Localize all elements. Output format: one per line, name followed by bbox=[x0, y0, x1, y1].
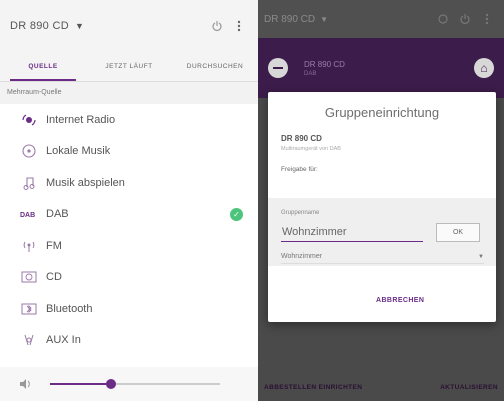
source-item-local-music[interactable]: Lokale Musik bbox=[0, 136, 258, 168]
device-name: DR 890 CD bbox=[10, 20, 69, 32]
dropdown-arrow-icon: ▼ bbox=[74, 21, 85, 31]
source-item-bluetooth[interactable]: Bluetooth bbox=[0, 293, 258, 325]
top-bar: DR 890 CD ▼ bbox=[0, 0, 258, 52]
dialog-device-name: DR 890 CD bbox=[281, 134, 322, 143]
dab-icon: DAB bbox=[20, 207, 38, 221]
aux-icon bbox=[20, 333, 38, 347]
tab-durchsuchen[interactable]: DURCHSUCHEN bbox=[172, 52, 258, 81]
local-music-icon bbox=[20, 144, 38, 158]
group-name-select[interactable]: Wohnzimmer ▼ bbox=[281, 250, 484, 264]
add-icon: ⌂ bbox=[474, 58, 494, 78]
source-label: DAB bbox=[46, 208, 69, 221]
source-label: Lokale Musik bbox=[46, 145, 111, 158]
volume-slider[interactable] bbox=[50, 379, 220, 389]
group-device-row: DR 890 CD DAB ⌂ bbox=[258, 38, 504, 98]
release-for-label: Freigabe für: bbox=[281, 166, 318, 173]
active-check-icon: ✓ bbox=[230, 207, 243, 221]
overflow-menu-icon bbox=[476, 8, 498, 30]
top-bar-dimmed: DR 890 CD ▼ bbox=[258, 0, 504, 38]
group-setup-screen: DR 890 CD ▼ DR 890 CD DAB ⌂ ABBESTELLEN … bbox=[258, 0, 504, 401]
source-item-dab[interactable]: DAB DAB ✓ bbox=[0, 199, 258, 231]
source-item-internet-radio[interactable]: Internet Radio bbox=[0, 104, 258, 136]
group-device-info: DR 890 CD DAB bbox=[304, 60, 345, 77]
tab-quelle[interactable]: QUELLE bbox=[0, 52, 86, 81]
svg-text:DAB: DAB bbox=[20, 212, 35, 218]
internet-radio-icon bbox=[20, 113, 38, 127]
group-setup-dialog: Gruppeneinrichtung DR 890 CD Multiraumge… bbox=[268, 92, 496, 322]
source-item-fm[interactable]: FM bbox=[0, 230, 258, 262]
device-selector[interactable]: DR 890 CD ▼ bbox=[10, 20, 84, 32]
ok-button[interactable]: OK bbox=[436, 223, 480, 242]
section-label: Mehrraum-Quelle bbox=[0, 82, 258, 104]
source-item-cd[interactable]: CD bbox=[0, 262, 258, 294]
overflow-menu-icon[interactable] bbox=[228, 15, 250, 37]
music-note-icon bbox=[20, 176, 38, 190]
volume-thumb[interactable] bbox=[106, 379, 117, 389]
tab-jetzt-laeuft[interactable]: JETZT LÄUFT bbox=[86, 52, 172, 81]
source-label: Bluetooth bbox=[46, 302, 93, 315]
device-selector-dimmed: DR 890 CD ▼ bbox=[264, 14, 328, 25]
source-label: FM bbox=[46, 239, 62, 252]
dropdown-arrow-icon: ▼ bbox=[320, 14, 329, 24]
tab-bar: QUELLE JETZT LÄUFT DURCHSUCHEN bbox=[0, 52, 258, 82]
device-name: DR 890 CD bbox=[264, 13, 316, 25]
source-label: Musik abspielen bbox=[46, 176, 125, 189]
bluetooth-icon bbox=[20, 302, 38, 316]
remove-icon bbox=[268, 58, 288, 78]
volume-bar bbox=[0, 367, 258, 401]
fm-antenna-icon bbox=[20, 239, 38, 253]
source-list: Internet Radio Lokale Musik Musik abspie… bbox=[0, 104, 258, 356]
cd-icon bbox=[20, 270, 38, 284]
group-name-select-value: Wohnzimmer bbox=[281, 253, 323, 260]
speaker-icon[interactable] bbox=[18, 377, 32, 391]
power-icon bbox=[454, 8, 476, 30]
group-device-sub: DAB bbox=[304, 70, 317, 77]
source-label: CD bbox=[46, 271, 62, 284]
chevron-down-icon: ▼ bbox=[478, 253, 484, 260]
bottom-actions: ABBESTELLEN EINRICHTEN AKTUALISIEREN bbox=[258, 373, 504, 401]
source-label: Internet Radio bbox=[46, 113, 116, 126]
settings-icon bbox=[432, 8, 454, 30]
source-label: AUX In bbox=[46, 334, 81, 347]
power-icon[interactable] bbox=[206, 15, 228, 37]
dialog-title: Gruppeneinrichtung bbox=[324, 105, 440, 120]
cancel-button[interactable]: ABBRECHEN bbox=[376, 297, 424, 304]
group-device-name: DR 890 CD bbox=[304, 59, 345, 69]
cancel-setup-button: ABBESTELLEN EINRICHTEN bbox=[264, 383, 363, 391]
source-screen: DR 890 CD ▼ QUELLE JETZT LÄUFT DURCHSUCH… bbox=[0, 0, 258, 401]
group-name-input[interactable] bbox=[281, 222, 423, 242]
dialog-device-sub: Multiraumgerät von DAB bbox=[281, 146, 341, 152]
volume-fill bbox=[50, 383, 112, 385]
group-name-label: Gruppenname bbox=[281, 210, 320, 216]
source-item-play-music[interactable]: Musik abspielen bbox=[0, 167, 258, 199]
source-item-aux-in[interactable]: AUX In bbox=[0, 325, 258, 357]
refresh-button: AKTUALISIEREN bbox=[440, 383, 498, 391]
